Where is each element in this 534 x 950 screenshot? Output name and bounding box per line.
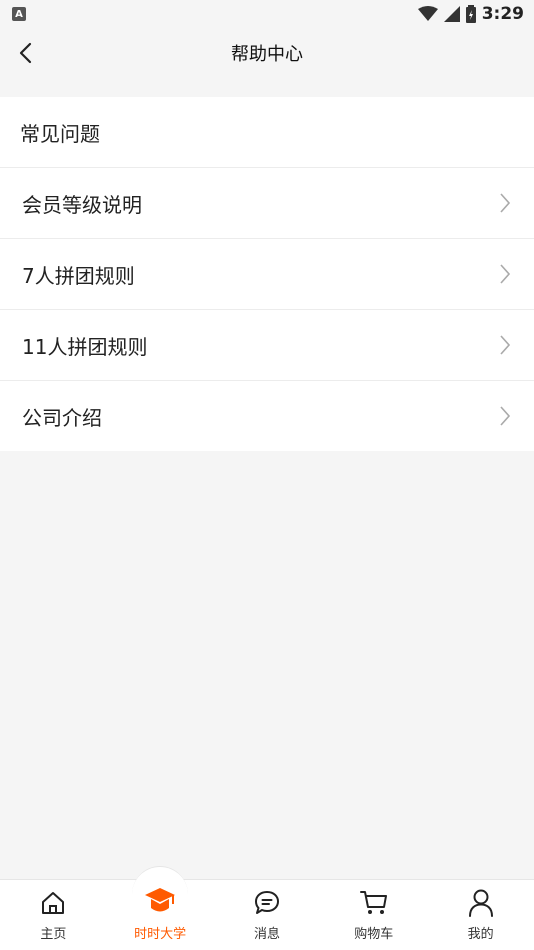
list-item-label: 11人拼团规则 — [22, 334, 148, 359]
tab-label: 消息 — [253, 927, 280, 942]
tab-university[interactable]: 时时大学 — [107, 866, 213, 950]
list-item-member-level[interactable]: 会员等级说明 — [0, 168, 534, 239]
list-item-label: 7人拼团规则 — [22, 263, 135, 288]
graduation-cap-icon — [144, 885, 176, 917]
notification-badge: A — [12, 7, 26, 21]
header: 帮助中心 — [0, 28, 534, 78]
page-title: 帮助中心 — [231, 44, 303, 65]
help-list: 常见问题 会员等级说明 7人拼团规则 11人拼团规则 公司介绍 — [0, 97, 534, 451]
tab-label: 主页 — [40, 927, 67, 942]
section-title: 常见问题 — [0, 97, 534, 168]
chevron-right-icon — [498, 263, 512, 285]
chevron-left-icon — [19, 42, 32, 64]
chevron-right-icon — [498, 334, 512, 356]
tab-messages[interactable]: 消息 — [214, 880, 320, 950]
list-item-label: 会员等级说明 — [22, 192, 142, 217]
list-item-company-intro[interactable]: 公司介绍 — [0, 381, 534, 451]
signal-icon — [443, 6, 460, 22]
cart-icon — [358, 887, 390, 919]
list-item-7-group-rules[interactable]: 7人拼团规则 — [0, 239, 534, 310]
list-item-label: 公司介绍 — [22, 405, 102, 430]
message-icon — [251, 887, 283, 919]
user-icon — [465, 887, 497, 919]
tab-home[interactable]: 主页 — [0, 880, 106, 950]
tab-label: 购物车 — [354, 927, 394, 942]
status-time: 3:29 — [481, 4, 524, 24]
tab-label: 我的 — [467, 927, 494, 942]
status-bar: A 3:29 — [0, 0, 534, 28]
chevron-right-icon — [498, 192, 512, 214]
status-left: A — [12, 7, 26, 21]
tab-label: 时时大学 — [134, 927, 187, 942]
list-item-11-group-rules[interactable]: 11人拼团规则 — [0, 310, 534, 381]
chevron-right-icon — [498, 405, 512, 427]
status-right: 3:29 — [417, 4, 524, 24]
tab-cart[interactable]: 购物车 — [321, 880, 427, 950]
home-icon — [37, 887, 69, 919]
bottom-tab-bar: 主页 时时大学 消息 购物车 我的 — [0, 866, 534, 950]
back-button[interactable] — [10, 38, 40, 68]
tab-profile[interactable]: 我的 — [428, 880, 534, 950]
wifi-icon — [417, 6, 438, 21]
battery-icon — [465, 5, 476, 23]
